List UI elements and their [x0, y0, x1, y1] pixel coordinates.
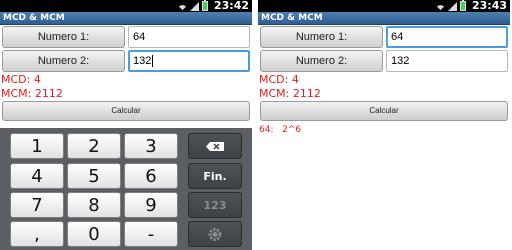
key-9[interactable]: 9 [124, 192, 178, 218]
mcd-result: MCD: 4 [259, 73, 299, 86]
phone-screen-right: 23:43 MCD & MCM Numero 1: 64 Numero 2: 1… [258, 0, 510, 250]
numero1-input[interactable]: 64 [386, 26, 508, 48]
calcular-button[interactable]: Calcular [2, 101, 250, 121]
key-comma[interactable]: , [10, 221, 64, 247]
app-title-bar: MCD & MCM [258, 12, 510, 25]
numero2-input[interactable]: 132 [128, 50, 250, 72]
phone-screen-left: 23:42 MCD & MCM Numero 1: 64 Numero 2: 1… [0, 0, 252, 250]
numero1-label-button[interactable]: Numero 1: [2, 26, 125, 48]
numero2-input[interactable]: 132 [386, 50, 508, 72]
numero1-label-button[interactable]: Numero 1: [260, 26, 383, 48]
settings-icon [208, 228, 222, 241]
backspace-key[interactable] [188, 133, 242, 159]
numero2-label-button[interactable]: Numero 2: [260, 50, 383, 72]
key-0[interactable]: 0 [67, 221, 121, 247]
signal-icon [190, 1, 199, 11]
signal-icon [448, 1, 457, 11]
numpad-key[interactable]: 123 [188, 192, 242, 218]
numero1-value: 64 [133, 31, 146, 43]
key-3[interactable]: 3 [124, 133, 178, 159]
numero1-value: 64 [391, 31, 404, 43]
key-7[interactable]: 7 [10, 192, 64, 218]
mcm-result: MCM: 2112 [259, 87, 321, 100]
key-2[interactable]: 2 [67, 133, 121, 159]
settings-key[interactable] [188, 221, 242, 247]
battery-icon [460, 0, 466, 11]
calcular-button[interactable]: Calcular [260, 101, 508, 121]
backspace-icon [206, 142, 224, 151]
factorization-result: 64: 2^6 [259, 125, 302, 135]
key-8[interactable]: 8 [67, 192, 121, 218]
key-1[interactable]: 1 [10, 133, 64, 159]
app-title-bar: MCD & MCM [0, 12, 252, 25]
app-title: MCD & MCM [3, 13, 65, 23]
key-5[interactable]: 5 [67, 163, 121, 189]
numero2-label-button[interactable]: Numero 2: [2, 50, 125, 72]
numero2-value: 132 [391, 55, 410, 67]
wifi-icon [436, 4, 445, 10]
app-title: MCD & MCM [261, 13, 323, 23]
status-bar: 23:43 [258, 0, 510, 12]
key-6[interactable]: 6 [124, 163, 178, 189]
mcm-result: MCM: 2112 [1, 87, 63, 100]
key-minus[interactable]: - [124, 221, 178, 247]
text-caret [152, 55, 154, 68]
fin-key[interactable]: Fin. [188, 163, 242, 189]
numeric-keyboard: 1 2 3 4 5 6 Fin. 7 8 9 123 , 0 - [0, 128, 252, 250]
numero2-value: 132 [133, 55, 152, 67]
battery-icon [202, 0, 208, 11]
key-4[interactable]: 4 [10, 163, 64, 189]
mcd-result: MCD: 4 [1, 73, 41, 86]
status-bar: 23:42 [0, 0, 252, 12]
wifi-icon [178, 4, 187, 10]
numero1-input[interactable]: 64 [128, 26, 250, 48]
